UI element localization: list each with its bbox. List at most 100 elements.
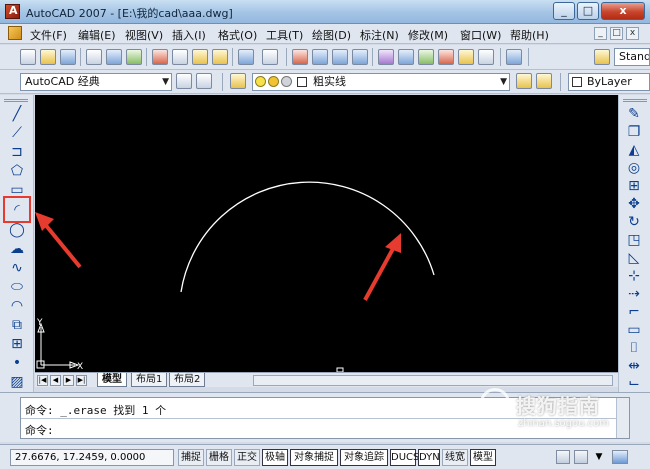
menu-edit[interactable]: 编辑(E) bbox=[78, 27, 116, 43]
insert-block-icon[interactable]: ⧉ bbox=[8, 316, 26, 334]
coordinate-readout[interactable]: 27.6676, 17.2459, 0.0000 bbox=[10, 449, 174, 466]
polyline-icon[interactable]: ⊐ bbox=[8, 143, 26, 161]
prev-tab-button[interactable]: ◀ bbox=[50, 375, 61, 386]
menu-view[interactable]: 视图(V) bbox=[125, 27, 163, 43]
erase-icon[interactable]: ✎ bbox=[625, 105, 643, 123]
scale-icon[interactable]: ◳ bbox=[625, 231, 643, 249]
extend-icon[interactable]: ⇢ bbox=[625, 285, 643, 303]
minimize-button[interactable]: _ bbox=[553, 2, 575, 20]
ducs-toggle[interactable]: DUCS bbox=[390, 449, 419, 466]
tab-layout2[interactable]: 布局2 bbox=[169, 373, 206, 387]
print-icon[interactable] bbox=[86, 49, 102, 65]
dyn-toggle[interactable]: DYN bbox=[418, 449, 440, 466]
toolbar-grip[interactable] bbox=[623, 99, 647, 102]
mirror-icon[interactable]: ◭ bbox=[625, 141, 643, 159]
model-toggle[interactable]: 模型 bbox=[470, 449, 496, 466]
make-block-icon[interactable]: ⊞ bbox=[8, 335, 26, 353]
tab-model[interactable]: 模型 bbox=[97, 373, 127, 387]
construction-line-icon[interactable]: ⟋ bbox=[8, 124, 26, 142]
menu-modify[interactable]: 修改(M) bbox=[408, 27, 448, 43]
last-tab-button[interactable]: ▶| bbox=[76, 375, 87, 386]
document-icon[interactable] bbox=[8, 26, 22, 40]
break-icon[interactable]: ⌐ bbox=[625, 303, 643, 321]
match-properties-icon[interactable] bbox=[212, 49, 228, 65]
chamfer-icon[interactable]: ⌷ bbox=[625, 339, 643, 357]
workspace-settings-icon[interactable] bbox=[176, 73, 192, 89]
undo-icon[interactable] bbox=[238, 49, 254, 65]
publish-icon[interactable] bbox=[126, 49, 142, 65]
text-style-icon[interactable] bbox=[594, 49, 610, 65]
workspace-save-icon[interactable] bbox=[196, 73, 212, 89]
make-layer-current-icon[interactable] bbox=[516, 73, 532, 89]
paste-icon[interactable] bbox=[192, 49, 208, 65]
revision-cloud-icon[interactable]: ☁ bbox=[8, 240, 26, 258]
zoom-realtime-icon[interactable] bbox=[312, 49, 328, 65]
autocad-app-icon[interactable] bbox=[5, 4, 20, 19]
lineweight-toggle[interactable]: 线宽 bbox=[442, 449, 468, 466]
ellipse-arc-icon[interactable]: ◠ bbox=[8, 297, 26, 315]
rotate-icon[interactable]: ↻ bbox=[625, 213, 643, 231]
new-icon[interactable] bbox=[20, 49, 36, 65]
communication-center-icon[interactable] bbox=[556, 450, 570, 464]
layer-previous-icon[interactable] bbox=[536, 73, 552, 89]
text-style-combo[interactable]: Stand bbox=[614, 48, 650, 66]
menu-tools[interactable]: 工具(T) bbox=[266, 27, 303, 43]
stretch-icon[interactable]: ◺ bbox=[625, 249, 643, 267]
ellipse-icon[interactable]: ⬭ bbox=[8, 278, 26, 296]
drawn-arc[interactable] bbox=[180, 181, 435, 293]
ortho-toggle[interactable]: 正交 bbox=[234, 449, 260, 466]
spline-icon[interactable]: ∿ bbox=[8, 259, 26, 277]
layer-manager-icon[interactable] bbox=[230, 73, 246, 89]
lock-toolbar-icon[interactable] bbox=[574, 450, 588, 464]
workspace-combo[interactable]: AutoCAD 经典 ▼ bbox=[20, 73, 172, 91]
otrack-toggle[interactable]: 对象追踪 bbox=[340, 449, 388, 466]
toolbar-grip[interactable] bbox=[4, 99, 28, 102]
redo-icon[interactable] bbox=[262, 49, 278, 65]
sheet-set-icon[interactable] bbox=[438, 49, 454, 65]
copy-icon[interactable]: ❐ bbox=[625, 123, 643, 141]
help-icon[interactable] bbox=[506, 49, 522, 65]
save-icon[interactable] bbox=[60, 49, 76, 65]
fillet-icon[interactable]: ⇹ bbox=[625, 357, 643, 375]
tool-palettes-icon[interactable] bbox=[418, 49, 434, 65]
menu-dimension[interactable]: 标注(N) bbox=[360, 27, 399, 43]
design-center-icon[interactable] bbox=[398, 49, 414, 65]
cut-icon[interactable] bbox=[152, 49, 168, 65]
menu-format[interactable]: 格式(O) bbox=[218, 27, 257, 43]
first-tab-button[interactable]: |◀ bbox=[37, 375, 48, 386]
menu-file[interactable]: 文件(F) bbox=[30, 27, 67, 43]
offset-icon[interactable]: ◎ bbox=[625, 159, 643, 177]
circle-icon[interactable]: ◯ bbox=[8, 221, 26, 239]
mdi-restore-button[interactable]: □ bbox=[610, 27, 623, 40]
hatch-icon[interactable]: ▨ bbox=[8, 373, 26, 391]
command-prompt[interactable]: 命令: bbox=[25, 422, 54, 438]
maximize-button[interactable]: □ bbox=[577, 2, 599, 20]
properties-icon[interactable] bbox=[378, 49, 394, 65]
polar-toggle[interactable]: 极轴 bbox=[262, 449, 288, 466]
arc-icon[interactable]: ◜ bbox=[8, 201, 26, 219]
polygon-icon[interactable]: ⬠ bbox=[8, 162, 26, 180]
menu-window[interactable]: 窗口(W) bbox=[460, 27, 501, 43]
next-tab-button[interactable]: ▶ bbox=[63, 375, 74, 386]
zoom-previous-icon[interactable] bbox=[352, 49, 368, 65]
close-button[interactable]: x bbox=[601, 2, 645, 20]
osnap-toggle[interactable]: 对象捕捉 bbox=[290, 449, 338, 466]
array-icon[interactable]: ⊞ bbox=[625, 177, 643, 195]
markup-icon[interactable] bbox=[458, 49, 474, 65]
mdi-close-button[interactable]: x bbox=[626, 27, 639, 40]
plot-preview-icon[interactable] bbox=[106, 49, 122, 65]
drawing-canvas[interactable]: Y X bbox=[35, 95, 618, 372]
menu-help[interactable]: 帮助(H) bbox=[510, 27, 549, 43]
status-menu-icon[interactable]: ▼ bbox=[592, 450, 606, 464]
layer-combo[interactable]: 粗实线 ▼ bbox=[252, 73, 510, 91]
snap-toggle[interactable]: 捕捉 bbox=[178, 449, 204, 466]
point-icon[interactable]: • bbox=[8, 354, 26, 372]
pan-icon[interactable] bbox=[292, 49, 308, 65]
mdi-minimize-button[interactable]: _ bbox=[594, 27, 607, 40]
join-icon[interactable]: ▭ bbox=[625, 321, 643, 339]
trim-icon[interactable]: ⊹ bbox=[625, 267, 643, 285]
calculator-icon[interactable] bbox=[478, 49, 494, 65]
tab-layout1[interactable]: 布局1 bbox=[131, 373, 168, 387]
line-icon[interactable]: ╱ bbox=[8, 105, 26, 123]
open-icon[interactable] bbox=[40, 49, 56, 65]
